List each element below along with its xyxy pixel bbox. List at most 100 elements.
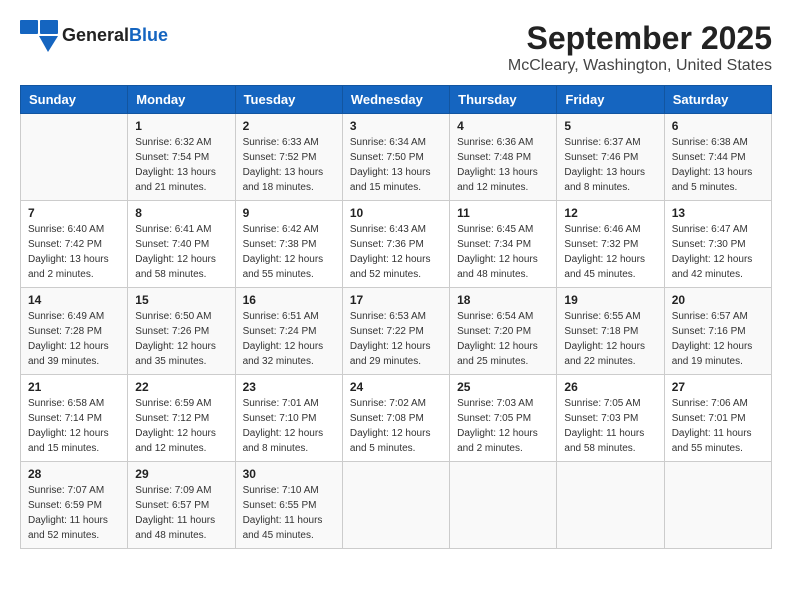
calendar-cell: 13 Sunrise: 6:47 AM Sunset: 7:30 PM Dayli…	[664, 201, 771, 288]
calendar-cell: 16 Sunrise: 6:51 AM Sunset: 7:24 PM Dayli…	[235, 288, 342, 375]
calendar-cell: 25 Sunrise: 7:03 AM Sunset: 7:05 PM Dayli…	[450, 375, 557, 462]
calendar-cell: 10Sunrise: 6:43 AM Sunset: 7:36 PM Dayli…	[342, 201, 449, 288]
calendar-week-row: 7Sunrise: 6:40 AM Sunset: 7:42 PM Daylig…	[21, 201, 772, 288]
day-number: 16	[243, 293, 335, 307]
calendar-cell: 28 Sunrise: 7:07 AM Sunset: 6:59 PM Dayli…	[21, 462, 128, 549]
day-info: Sunrise: 6:43 AM Sunset: 7:36 PM Dayligh…	[350, 222, 442, 282]
calendar-cell: 6 Sunrise: 6:38 AM Sunset: 7:44 PM Daylig…	[664, 114, 771, 201]
day-info: Sunrise: 6:53 AM Sunset: 7:22 PM Dayligh…	[350, 309, 442, 369]
day-number: 1	[135, 119, 227, 133]
calendar-cell: 27 Sunrise: 7:06 AM Sunset: 7:01 PM Dayli…	[664, 375, 771, 462]
day-number: 6	[672, 119, 764, 133]
day-info: Sunrise: 7:01 AM Sunset: 7:10 PM Dayligh…	[243, 396, 335, 456]
day-info: Sunrise: 7:03 AM Sunset: 7:05 PM Dayligh…	[457, 396, 549, 456]
calendar-cell: 7Sunrise: 6:40 AM Sunset: 7:42 PM Daylig…	[21, 201, 128, 288]
day-number: 22	[135, 380, 227, 394]
day-header-thursday: Thursday	[450, 86, 557, 114]
day-number: 23	[243, 380, 335, 394]
day-number: 11	[457, 206, 549, 220]
calendar-week-row: 28 Sunrise: 7:07 AM Sunset: 6:59 PM Dayli…	[21, 462, 772, 549]
day-info: Sunrise: 6:33 AM Sunset: 7:52 PM Dayligh…	[243, 135, 335, 195]
calendar-cell: 20 Sunrise: 6:57 AM Sunset: 7:16 PM Dayli…	[664, 288, 771, 375]
day-number: 21	[28, 380, 120, 394]
day-info: Sunrise: 6:58 AM Sunset: 7:14 PM Dayligh…	[28, 396, 120, 456]
calendar-cell: 5 Sunrise: 6:37 AM Sunset: 7:46 PM Daylig…	[557, 114, 664, 201]
calendar-cell: 22 Sunrise: 6:59 AM Sunset: 7:12 PM Dayli…	[128, 375, 235, 462]
day-number: 2	[243, 119, 335, 133]
calendar-week-row: 14 Sunrise: 6:49 AM Sunset: 7:28 PM Dayli…	[21, 288, 772, 375]
calendar-cell: 14 Sunrise: 6:49 AM Sunset: 7:28 PM Dayli…	[21, 288, 128, 375]
logo: GeneralBlue	[20, 20, 168, 52]
day-info: Sunrise: 6:34 AM Sunset: 7:50 PM Dayligh…	[350, 135, 442, 195]
day-header-wednesday: Wednesday	[342, 86, 449, 114]
day-header-sunday: Sunday	[21, 86, 128, 114]
calendar-title: September 2025	[508, 20, 772, 57]
day-info: Sunrise: 7:10 AM Sunset: 6:55 PM Dayligh…	[243, 483, 335, 543]
day-info: Sunrise: 6:55 AM Sunset: 7:18 PM Dayligh…	[564, 309, 656, 369]
day-number: 17	[350, 293, 442, 307]
calendar-cell: 19 Sunrise: 6:55 AM Sunset: 7:18 PM Dayli…	[557, 288, 664, 375]
day-header-monday: Monday	[128, 86, 235, 114]
day-number: 26	[564, 380, 656, 394]
calendar-cell: 8Sunrise: 6:41 AM Sunset: 7:40 PM Daylig…	[128, 201, 235, 288]
day-info: Sunrise: 6:49 AM Sunset: 7:28 PM Dayligh…	[28, 309, 120, 369]
calendar-cell: 9Sunrise: 6:42 AM Sunset: 7:38 PM Daylig…	[235, 201, 342, 288]
calendar-title-block: September 2025 McCleary, Washington, Uni…	[508, 20, 772, 75]
day-info: Sunrise: 6:54 AM Sunset: 7:20 PM Dayligh…	[457, 309, 549, 369]
calendar-body: 1Sunrise: 6:32 AM Sunset: 7:54 PM Daylig…	[21, 114, 772, 549]
calendar-cell	[21, 114, 128, 201]
day-number: 3	[350, 119, 442, 133]
page-header: GeneralBlue September 2025 McCleary, Was…	[20, 20, 772, 75]
day-number: 13	[672, 206, 764, 220]
day-info: Sunrise: 6:57 AM Sunset: 7:16 PM Dayligh…	[672, 309, 764, 369]
calendar-cell: 29 Sunrise: 7:09 AM Sunset: 6:57 PM Dayli…	[128, 462, 235, 549]
days-header-row: SundayMondayTuesdayWednesdayThursdayFrid…	[21, 86, 772, 114]
calendar-cell: 3 Sunrise: 6:34 AM Sunset: 7:50 PM Daylig…	[342, 114, 449, 201]
calendar-week-row: 1Sunrise: 6:32 AM Sunset: 7:54 PM Daylig…	[21, 114, 772, 201]
calendar-cell	[450, 462, 557, 549]
day-info: Sunrise: 7:07 AM Sunset: 6:59 PM Dayligh…	[28, 483, 120, 543]
calendar-week-row: 21 Sunrise: 6:58 AM Sunset: 7:14 PM Dayli…	[21, 375, 772, 462]
day-info: Sunrise: 6:46 AM Sunset: 7:32 PM Dayligh…	[564, 222, 656, 282]
calendar-cell: 2 Sunrise: 6:33 AM Sunset: 7:52 PM Daylig…	[235, 114, 342, 201]
day-info: Sunrise: 7:02 AM Sunset: 7:08 PM Dayligh…	[350, 396, 442, 456]
logo-icon	[20, 20, 58, 52]
day-number: 14	[28, 293, 120, 307]
day-number: 28	[28, 467, 120, 481]
day-header-tuesday: Tuesday	[235, 86, 342, 114]
day-number: 18	[457, 293, 549, 307]
day-info: Sunrise: 7:09 AM Sunset: 6:57 PM Dayligh…	[135, 483, 227, 543]
day-number: 4	[457, 119, 549, 133]
calendar-cell: 1Sunrise: 6:32 AM Sunset: 7:54 PM Daylig…	[128, 114, 235, 201]
day-info: Sunrise: 7:05 AM Sunset: 7:03 PM Dayligh…	[564, 396, 656, 456]
day-number: 9	[243, 206, 335, 220]
day-info: Sunrise: 6:45 AM Sunset: 7:34 PM Dayligh…	[457, 222, 549, 282]
day-number: 5	[564, 119, 656, 133]
day-number: 25	[457, 380, 549, 394]
day-number: 12	[564, 206, 656, 220]
day-header-saturday: Saturday	[664, 86, 771, 114]
day-info: Sunrise: 6:41 AM Sunset: 7:40 PM Dayligh…	[135, 222, 227, 282]
day-info: Sunrise: 7:06 AM Sunset: 7:01 PM Dayligh…	[672, 396, 764, 456]
calendar-cell: 30 Sunrise: 7:10 AM Sunset: 6:55 PM Dayli…	[235, 462, 342, 549]
day-info: Sunrise: 6:38 AM Sunset: 7:44 PM Dayligh…	[672, 135, 764, 195]
day-number: 27	[672, 380, 764, 394]
day-info: Sunrise: 6:50 AM Sunset: 7:26 PM Dayligh…	[135, 309, 227, 369]
calendar-cell: 17 Sunrise: 6:53 AM Sunset: 7:22 PM Dayli…	[342, 288, 449, 375]
day-info: Sunrise: 6:37 AM Sunset: 7:46 PM Dayligh…	[564, 135, 656, 195]
day-number: 20	[672, 293, 764, 307]
calendar-cell	[664, 462, 771, 549]
day-info: Sunrise: 6:59 AM Sunset: 7:12 PM Dayligh…	[135, 396, 227, 456]
calendar-cell: 24Sunrise: 7:02 AM Sunset: 7:08 PM Dayli…	[342, 375, 449, 462]
calendar-cell: 23 Sunrise: 7:01 AM Sunset: 7:10 PM Dayli…	[235, 375, 342, 462]
day-number: 19	[564, 293, 656, 307]
calendar-cell	[557, 462, 664, 549]
day-number: 7	[28, 206, 120, 220]
day-info: Sunrise: 6:51 AM Sunset: 7:24 PM Dayligh…	[243, 309, 335, 369]
calendar-cell: 15Sunrise: 6:50 AM Sunset: 7:26 PM Dayli…	[128, 288, 235, 375]
day-number: 29	[135, 467, 227, 481]
calendar-table: SundayMondayTuesdayWednesdayThursdayFrid…	[20, 85, 772, 549]
day-info: Sunrise: 6:47 AM Sunset: 7:30 PM Dayligh…	[672, 222, 764, 282]
calendar-cell: 11 Sunrise: 6:45 AM Sunset: 7:34 PM Dayli…	[450, 201, 557, 288]
day-number: 30	[243, 467, 335, 481]
